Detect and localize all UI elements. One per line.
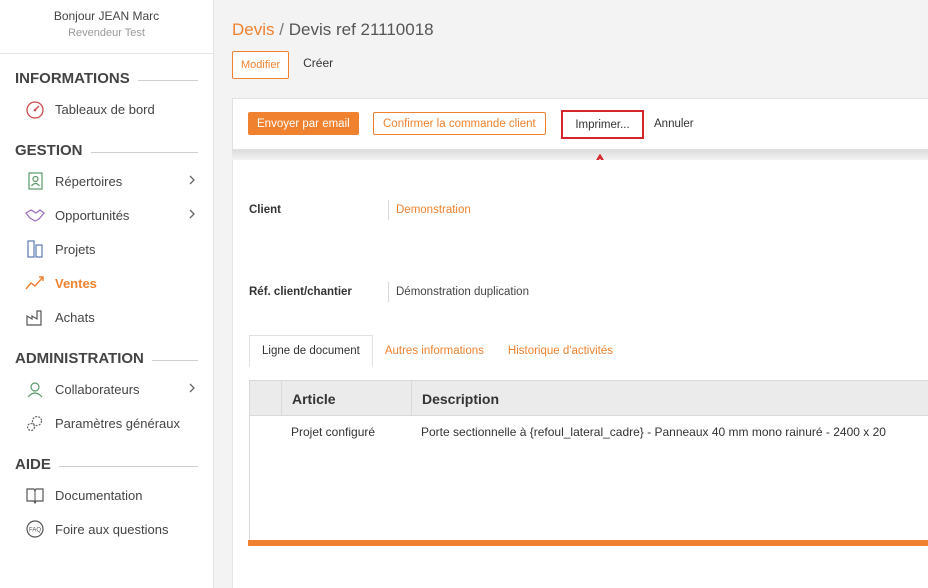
section-title: INFORMATIONS xyxy=(15,70,138,87)
select-column-header[interactable] xyxy=(250,381,281,416)
cancel-button[interactable]: Annuler xyxy=(654,112,694,135)
article-cell: Projet configuré xyxy=(291,425,376,439)
client-label: Client xyxy=(249,204,281,216)
sidebar-item-label: Foire aux questions xyxy=(55,521,169,537)
chevron-right-icon xyxy=(189,175,195,185)
section-gestion: GESTION xyxy=(0,140,213,164)
modifier-button[interactable]: Modifier xyxy=(232,51,290,79)
table-footer-bar xyxy=(248,540,928,546)
form-content: Client Demonstration Réf. client/chantie… xyxy=(232,160,928,588)
breadcrumb-parent[interactable]: Devis xyxy=(232,20,275,39)
send-email-button[interactable]: Envoyer par email xyxy=(248,112,359,135)
sales-icon xyxy=(24,272,46,294)
toolbar-shadow xyxy=(232,150,928,160)
main-area: Devis / Devis ref 21110018 Modifier Crée… xyxy=(214,0,928,588)
user-greeting: Bonjour JEAN Marc xyxy=(53,9,160,23)
book-icon xyxy=(24,484,46,506)
article-column-header[interactable]: Article xyxy=(281,381,411,416)
creer-button[interactable]: Créer xyxy=(293,49,343,77)
tab-historique[interactable]: Historique d'activités xyxy=(496,335,625,367)
sidebar-item-parametres[interactable]: Paramètres généraux xyxy=(0,406,213,440)
field-divider xyxy=(388,282,389,302)
factory-icon xyxy=(24,306,46,328)
field-divider xyxy=(388,200,389,220)
sidebar-item-label: Répertoires xyxy=(55,173,123,189)
sidebar-item-label: Ventes xyxy=(55,275,97,291)
description-cell: Porte sectionnelle à {refoul_lateral_cad… xyxy=(421,425,886,439)
sidebar: Bonjour JEAN Marc Revendeur Test INFORMA… xyxy=(0,0,214,588)
sidebar-item-label: Tableaux de bord xyxy=(55,101,155,117)
tab-ligne-de-document[interactable]: Ligne de document xyxy=(249,335,373,367)
table-header: Article Description xyxy=(250,381,928,416)
print-button[interactable]: Imprimer... xyxy=(561,110,644,139)
section-administration: ADMINISTRATION xyxy=(0,348,213,372)
tab-autres-informations[interactable]: Autres informations xyxy=(373,335,496,367)
client-value[interactable]: Demonstration xyxy=(396,204,471,216)
section-informations: INFORMATIONS xyxy=(0,68,213,92)
ref-value: Démonstration duplication xyxy=(396,286,529,298)
sidebar-item-repertoires[interactable]: Répertoires xyxy=(0,164,213,198)
document-lines-table: Article Description Projet configuré Por… xyxy=(249,380,928,545)
breadcrumb: Devis / Devis ref 21110018 xyxy=(232,20,434,40)
chevron-right-icon xyxy=(189,383,195,393)
sidebar-item-documentation[interactable]: Documentation xyxy=(0,478,213,512)
dashboard-icon xyxy=(24,98,46,120)
svg-text:FAQ: FAQ xyxy=(29,528,41,534)
contacts-icon xyxy=(24,170,46,192)
sidebar-item-faq[interactable]: FAQ Foire aux questions xyxy=(0,512,213,546)
sidebar-item-collaborateurs[interactable]: Collaborateurs xyxy=(0,372,213,406)
sidebar-item-label: Opportunités xyxy=(55,207,130,223)
sidebar-item-achats[interactable]: Achats xyxy=(0,300,213,334)
sidebar-item-opportunites[interactable]: Opportunités xyxy=(0,198,213,232)
user-box: Bonjour JEAN Marc Revendeur Test xyxy=(0,0,213,54)
document-tabs: Ligne de document Autres informations Hi… xyxy=(249,335,625,367)
table-row[interactable]: Projet configuré Porte sectionnelle à {r… xyxy=(250,416,928,448)
user-role: Revendeur Test xyxy=(68,27,145,39)
mode-tabs: Modifier Créer xyxy=(232,51,343,79)
breadcrumb-separator: / xyxy=(279,20,284,39)
handshake-icon xyxy=(24,204,46,226)
gears-icon xyxy=(24,412,46,434)
section-title: ADMINISTRATION xyxy=(15,350,152,367)
sidebar-item-label: Collaborateurs xyxy=(55,381,140,397)
sidebar-item-tableaux-de-bord[interactable]: Tableaux de bord xyxy=(0,92,213,126)
sidebar-item-label: Paramètres généraux xyxy=(55,415,181,431)
chevron-right-icon xyxy=(189,209,195,219)
section-aide: AIDE xyxy=(0,454,213,478)
faq-icon: FAQ xyxy=(24,518,46,540)
sidebar-item-ventes[interactable]: Ventes xyxy=(0,266,213,300)
users-icon xyxy=(24,378,46,400)
sidebar-item-label: Projets xyxy=(55,241,96,257)
section-title: GESTION xyxy=(15,142,91,159)
sidebar-item-label: Achats xyxy=(55,309,95,325)
sidebar-item-label: Documentation xyxy=(55,487,143,503)
confirm-order-button[interactable]: Confirmer la commande client xyxy=(373,112,546,135)
sidebar-item-projets[interactable]: Projets xyxy=(0,232,213,266)
action-toolbar: Envoyer par email Confirmer la commande … xyxy=(232,98,928,150)
section-title: AIDE xyxy=(15,456,59,473)
projects-icon xyxy=(24,238,46,260)
breadcrumb-current: Devis ref 21110018 xyxy=(288,20,434,39)
ref-label: Réf. client/chantier xyxy=(249,286,352,298)
description-column-header[interactable]: Description xyxy=(411,381,928,416)
